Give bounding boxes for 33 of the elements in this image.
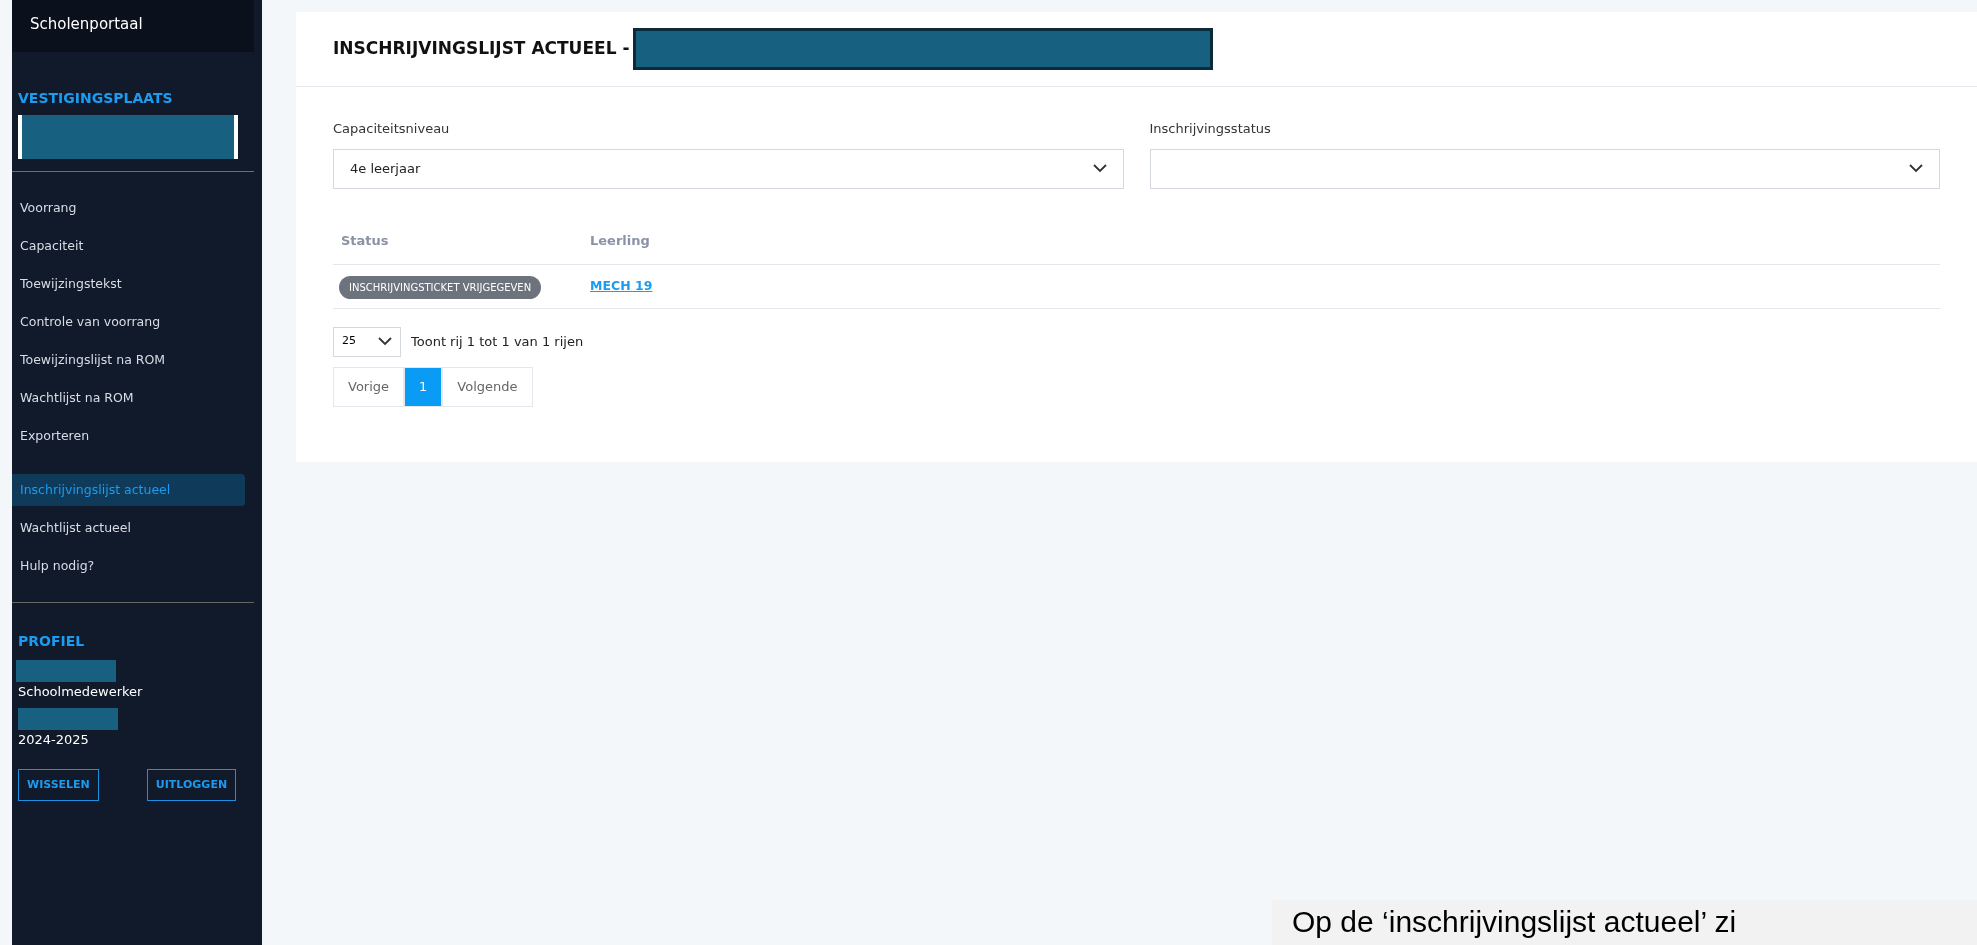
field-label: Inschrijvingsstatus <box>1149 120 1272 138</box>
profile-button[interactable]: WISSELEN <box>18 769 99 801</box>
role-label: Schoolmedewerker <box>18 683 144 701</box>
pagination-button[interactable]: Volgende <box>442 366 533 407</box>
sidebar-item[interactable]: Inschrijvingslijst actueel <box>12 474 245 506</box>
sidebar-item[interactable]: Hulp nodig? <box>12 550 245 582</box>
chevron-down-icon <box>1092 164 1107 173</box>
sidebar-item[interactable]: Toewijzingslijst na ROM <box>12 344 245 376</box>
sidebar-item[interactable]: Wachtlijst actueel <box>12 512 245 544</box>
profile-button[interactable]: UITLOGGEN <box>146 769 237 801</box>
page-title: INSCHRIJVINGSLIJST ACTUEEL - <box>333 37 630 61</box>
select-field[interactable]: 4e leerjaar <box>333 148 1124 189</box>
caption-text: Op de ‘inschrijvingslijst actueel’ zi <box>1272 900 1977 945</box>
brand-name: Scholenportaal <box>30 15 143 33</box>
field-label: Capaciteitsniveau <box>333 120 451 138</box>
section-title: VESTIGINGSPLAATS <box>18 89 174 108</box>
page-size-select[interactable]: 25 <box>333 326 401 357</box>
pagination-button[interactable]: Vorige <box>333 366 405 407</box>
column-header: Leerling <box>589 232 650 251</box>
sidebar-item[interactable]: Capaciteit <box>12 230 245 262</box>
rows-summary: Toont rij 1 tot 1 van 1 rijen <box>411 332 584 351</box>
status-badge: INSCHRIJVINGSTICKET VRIJGEGEVEN <box>339 275 542 299</box>
chevron-down-icon <box>378 337 392 346</box>
select-field[interactable] <box>1149 148 1940 189</box>
sidebar-item[interactable]: Toewijzingstekst <box>12 268 245 300</box>
sidebar-item[interactable]: Controle van voorrang <box>12 306 245 338</box>
sidebar-item[interactable]: Voorrang <box>12 192 245 224</box>
sidebar-item[interactable]: Exporteren <box>12 420 245 452</box>
chevron-down-icon <box>1909 164 1923 173</box>
column-header: Status <box>340 232 390 251</box>
sidebar-item[interactable]: Wachtlijst na ROM <box>12 382 245 414</box>
school-year: 2024-2025 <box>18 730 90 749</box>
section-title: PROFIEL <box>18 632 86 651</box>
